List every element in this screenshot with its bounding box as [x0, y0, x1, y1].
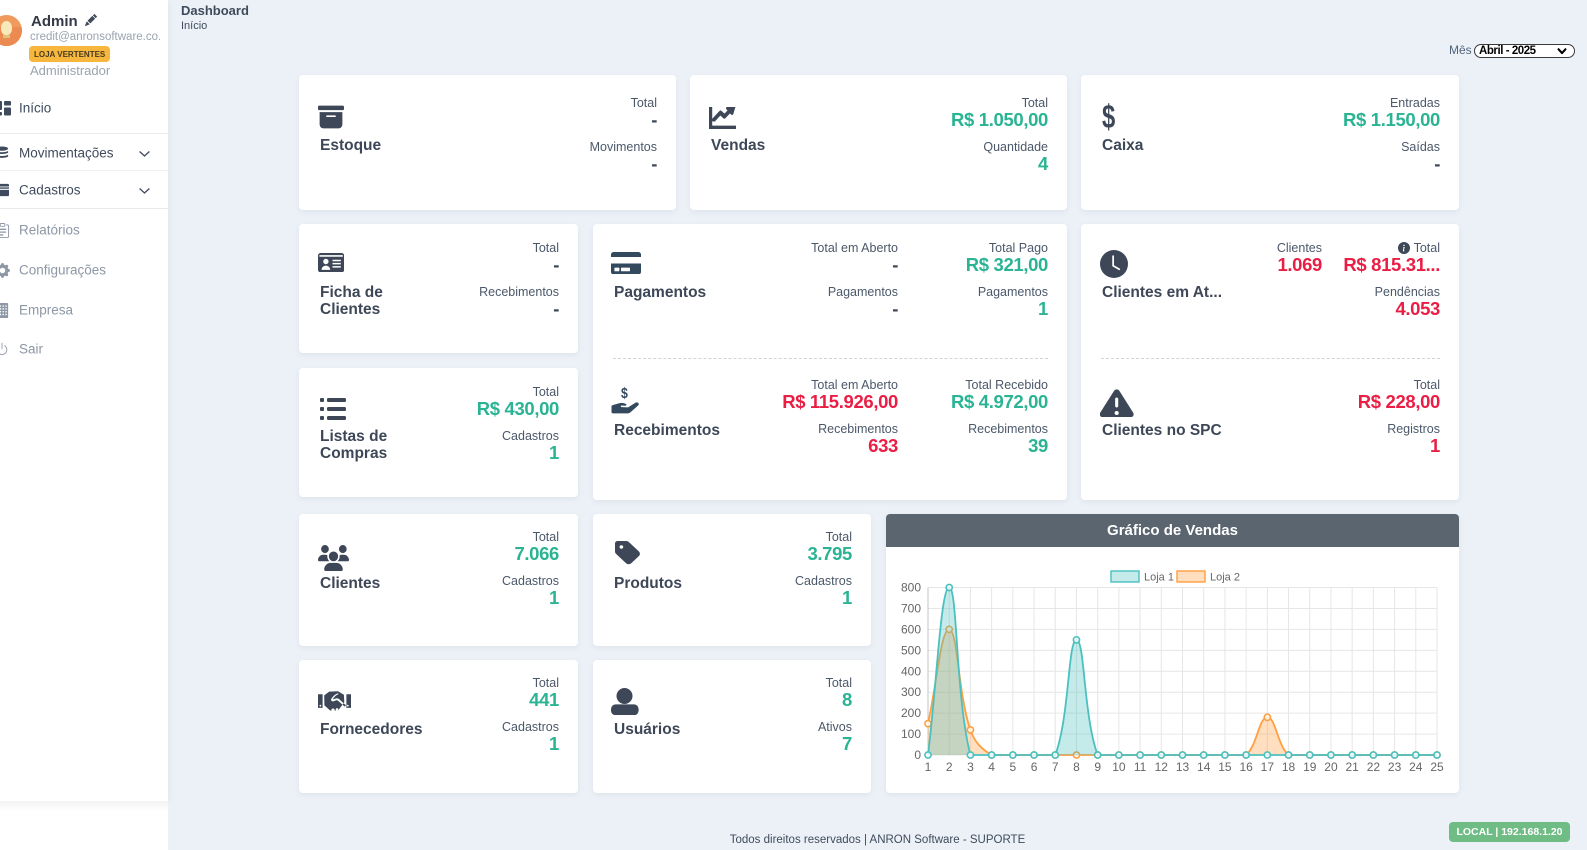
svg-text:2: 2: [946, 760, 953, 774]
svg-text:23: 23: [1388, 760, 1402, 774]
svg-text:13: 13: [1176, 760, 1190, 774]
svg-text:5: 5: [1009, 760, 1016, 774]
svg-text:22: 22: [1367, 760, 1381, 774]
svg-text:24: 24: [1409, 760, 1423, 774]
svg-text:18: 18: [1282, 760, 1296, 774]
svg-text:Loja 1: Loja 1: [1144, 572, 1174, 584]
svg-text:20: 20: [1324, 760, 1338, 774]
svg-text:3: 3: [967, 760, 974, 774]
svg-text:10: 10: [1112, 760, 1126, 774]
svg-text:11: 11: [1134, 760, 1147, 774]
svg-text:9: 9: [1094, 760, 1101, 774]
svg-text:700: 700: [901, 601, 921, 615]
svg-text:14: 14: [1197, 760, 1211, 774]
svg-text:400: 400: [901, 664, 921, 678]
svg-text:17: 17: [1261, 760, 1275, 774]
svg-text:21: 21: [1345, 760, 1359, 774]
svg-text:8: 8: [1073, 760, 1080, 774]
svg-text:7: 7: [1052, 760, 1059, 774]
svg-text:4: 4: [988, 760, 995, 774]
svg-text:25: 25: [1430, 760, 1444, 774]
svg-text:16: 16: [1239, 760, 1253, 774]
svg-text:100: 100: [901, 727, 921, 741]
svg-text:500: 500: [901, 643, 921, 657]
svg-text:300: 300: [901, 685, 921, 699]
svg-text:19: 19: [1303, 760, 1317, 774]
svg-text:15: 15: [1218, 760, 1232, 774]
svg-text:6: 6: [1031, 760, 1038, 774]
svg-text:800: 800: [901, 581, 921, 595]
svg-text:200: 200: [901, 706, 921, 720]
svg-text:1: 1: [925, 760, 932, 774]
svg-text:12: 12: [1155, 760, 1169, 774]
svg-text:Loja 2: Loja 2: [1210, 572, 1240, 584]
svg-text:600: 600: [901, 622, 921, 636]
svg-text:0: 0: [914, 748, 921, 762]
